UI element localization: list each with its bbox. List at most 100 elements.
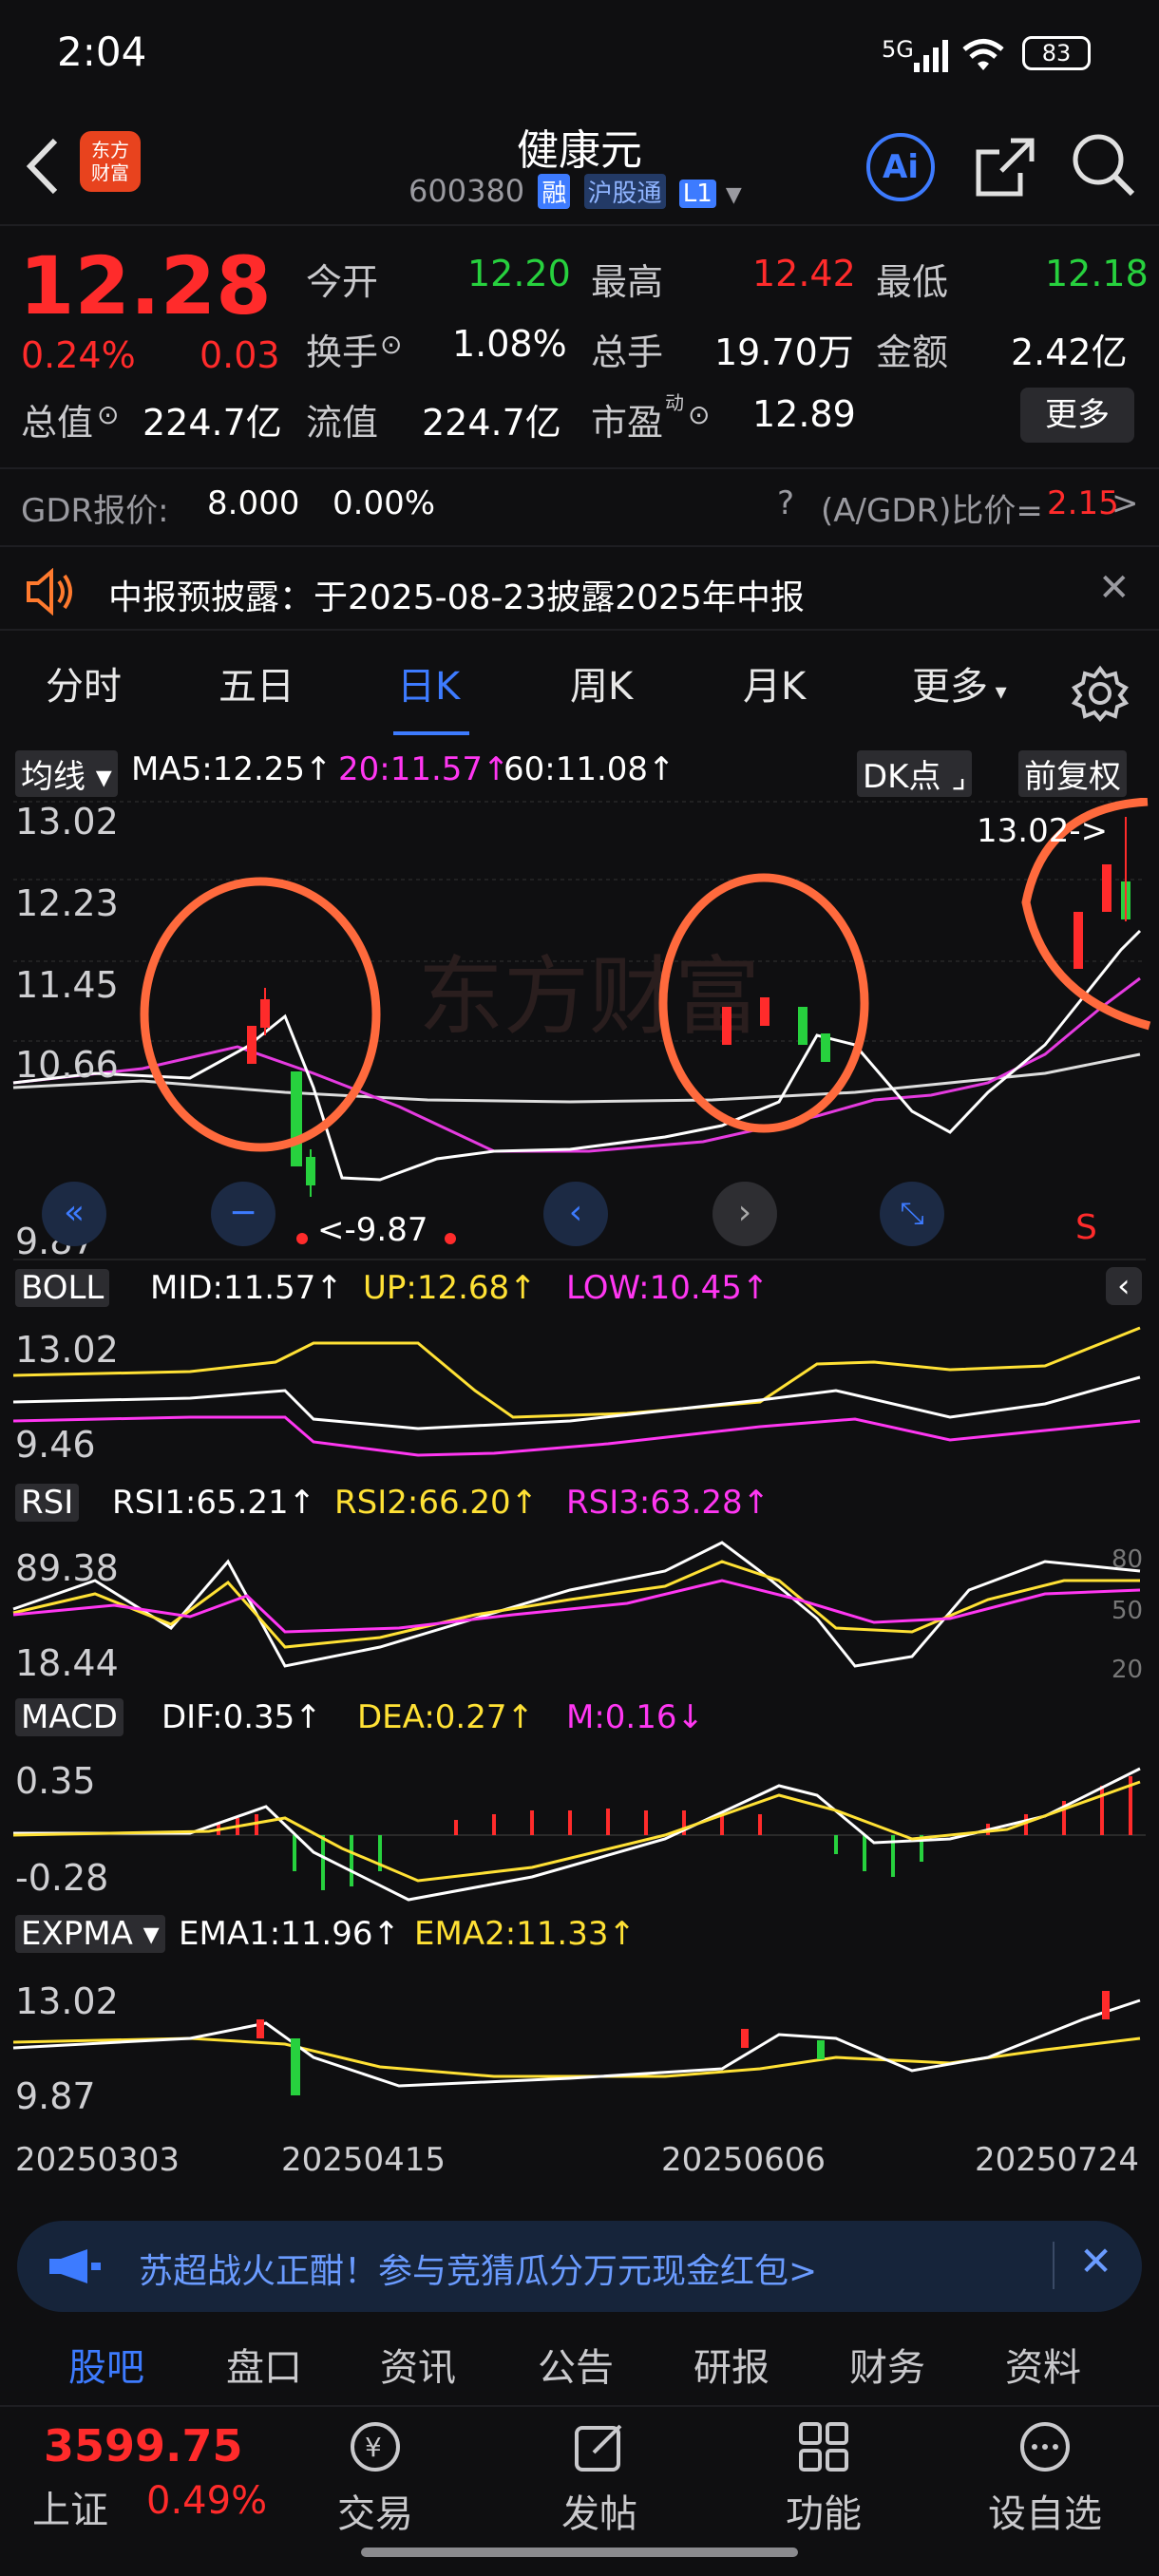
- boll-low: LOW:10.45↑: [566, 1269, 770, 1307]
- more-button[interactable]: 更多: [1020, 388, 1134, 443]
- trade-button[interactable]: ¥ 交易: [323, 2420, 428, 2538]
- tab-profile[interactable]: 资料: [1005, 2337, 1081, 2392]
- banner-close-icon[interactable]: ✕: [1079, 2238, 1112, 2284]
- notice-text[interactable]: 中报预披露：于2025-08-23披露2025年中报: [108, 570, 805, 619]
- more-dots-icon: [1020, 2422, 1070, 2472]
- rsi-chart: 89.38 18.44 80 50 20: [12, 1541, 1143, 1684]
- expma-selector[interactable]: EXPMA ▾: [15, 1915, 165, 1953]
- next-button[interactable]: ›: [712, 1182, 777, 1246]
- expma-chart: 13.02 9.87: [12, 1980, 1141, 2117]
- macd-dea: DEA:0.27↑: [357, 1698, 534, 1736]
- watermark: 东方财富: [418, 950, 760, 1045]
- low-label: 最低: [876, 261, 949, 303]
- search-icon[interactable]: [1070, 131, 1136, 199]
- wifi-icon: [962, 39, 1004, 70]
- tab-finance[interactable]: 财务: [849, 2337, 925, 2392]
- ma5-value: MA5:12.25↑: [131, 750, 332, 788]
- pe-superscript: 动: [665, 391, 684, 414]
- low-value: 12.18: [1045, 253, 1149, 294]
- help-icon[interactable]: ?: [777, 484, 794, 522]
- macd-chart: 0.35 -0.28: [12, 1760, 1146, 1902]
- x-date-2: 20250415: [281, 2141, 446, 2179]
- add-watchlist-button[interactable]: 设自选: [969, 2420, 1121, 2538]
- amount-value: 2.42亿: [1011, 331, 1128, 373]
- turnover-label: 换手: [306, 331, 379, 373]
- tab-intraday[interactable]: 分时: [46, 655, 122, 710]
- tab-news[interactable]: 资讯: [380, 2337, 456, 2392]
- fullscreen-button[interactable]: ⤡: [880, 1182, 944, 1246]
- gear-icon[interactable]: [1072, 665, 1129, 722]
- gdr-price: 8.000: [207, 484, 300, 522]
- turnover-value: 1.08%: [452, 323, 567, 365]
- gdr-pct: 0.00%: [332, 484, 436, 522]
- info-icon[interactable]: ⊙: [380, 329, 402, 360]
- tab-orderbook[interactable]: 盘口: [226, 2337, 302, 2392]
- boll-selector[interactable]: BOLL: [15, 1269, 110, 1307]
- tab-weekly-k[interactable]: 周K: [570, 655, 633, 710]
- dropdown-icon: ▼: [725, 183, 742, 207]
- tab-daily-k[interactable]: 日K: [397, 655, 460, 710]
- s-marker: S: [1075, 1208, 1097, 1247]
- open-label: 今开: [306, 261, 379, 303]
- period-tabs: 分时 五日 日K 周K 月K 更多 ▾: [0, 655, 1159, 731]
- megaphone-icon: [49, 2249, 101, 2283]
- y-label-1: 13.02: [15, 801, 119, 843]
- info-icon[interactable]: ⊙: [97, 399, 119, 430]
- ma60-value: 60:11.08↑: [504, 750, 675, 788]
- tab-more[interactable]: 更多 ▾: [912, 655, 1007, 710]
- tab-research[interactable]: 研报: [694, 2337, 770, 2392]
- boll-y-bottom: 9.46: [15, 1424, 96, 1466]
- low-marker: <-9.87: [317, 1211, 428, 1249]
- ema1-value: EMA1:11.96↑: [179, 1915, 400, 1953]
- rsi2-value: RSI2:66.20↑: [334, 1484, 539, 1522]
- macd-y-top: 0.35: [15, 1760, 96, 1802]
- prev-button[interactable]: ‹: [543, 1182, 608, 1246]
- tab-five-day[interactable]: 五日: [218, 655, 294, 710]
- chevron-right-icon[interactable]: >: [1112, 484, 1139, 522]
- trade-icon: ¥: [351, 2422, 400, 2472]
- share-icon[interactable]: [973, 135, 1037, 199]
- x-date-3: 20250606: [661, 2141, 826, 2179]
- index-value[interactable]: 3599.75: [44, 2420, 243, 2472]
- dk-button[interactable]: DK点 ⌟: [857, 750, 973, 797]
- mcap-label: 总值: [21, 402, 94, 444]
- macd-dif: DIF:0.35↑: [162, 1698, 322, 1736]
- status-bar: 2:04 5G 83: [0, 0, 1159, 114]
- stock-code-row[interactable]: 600380 融 沪股通 L1 ▼: [408, 173, 742, 209]
- post-button[interactable]: 发帖: [547, 2420, 652, 2538]
- macd-m: M:0.16↓: [566, 1698, 704, 1736]
- zoom-out-button[interactable]: −: [211, 1182, 276, 1246]
- rsi-ref-20: 20: [1112, 1656, 1143, 1684]
- index-pct: 0.49%: [146, 2479, 268, 2523]
- rewind-button[interactable]: «: [42, 1182, 106, 1246]
- pe-value: 12.89: [752, 393, 856, 435]
- info-icon[interactable]: ⊙: [688, 399, 710, 430]
- collapse-icon[interactable]: ‹: [1106, 1267, 1142, 1305]
- margin-tag: 融: [538, 174, 571, 209]
- rsi-selector[interactable]: RSI: [15, 1484, 80, 1522]
- ma-selector[interactable]: 均线 ▾: [15, 750, 118, 797]
- open-value: 12.20: [467, 253, 571, 294]
- banner-text: 苏超战火正酣！参与竞猜瓜分万元现金红包>: [139, 2252, 818, 2291]
- speaker-icon: [27, 568, 72, 616]
- level-tag: L1: [678, 180, 716, 208]
- amount-label: 金额: [876, 331, 949, 373]
- mcap-value: 224.7亿: [142, 402, 282, 444]
- adjust-button[interactable]: 前复权: [1018, 750, 1127, 797]
- tab-monthly-k[interactable]: 月K: [743, 655, 806, 710]
- x-date-1: 20250303: [15, 2141, 180, 2179]
- rsi-y-bottom: 18.44: [15, 1642, 119, 1684]
- function-button[interactable]: 功能: [771, 2420, 876, 2538]
- promo-banner[interactable]: 苏超战火正酣！参与竞猜瓜分万元现金红包> ✕: [17, 2221, 1142, 2312]
- grid-icon: [799, 2422, 848, 2472]
- boll-chart: 13.02 9.46: [12, 1326, 1141, 1466]
- ma20-value: 20:11.57↑: [338, 750, 510, 788]
- close-icon[interactable]: ✕: [1098, 566, 1130, 610]
- tab-announcements[interactable]: 公告: [538, 2337, 614, 2392]
- ema2-value: EMA2:11.33↑: [414, 1915, 636, 1953]
- expma-y-bottom: 9.87: [15, 2075, 96, 2117]
- tab-forum[interactable]: 股吧: [68, 2337, 144, 2392]
- macd-selector[interactable]: MACD: [15, 1698, 124, 1736]
- ai-button[interactable]: Ai: [866, 133, 935, 201]
- macd-y-bottom: -0.28: [15, 1857, 108, 1899]
